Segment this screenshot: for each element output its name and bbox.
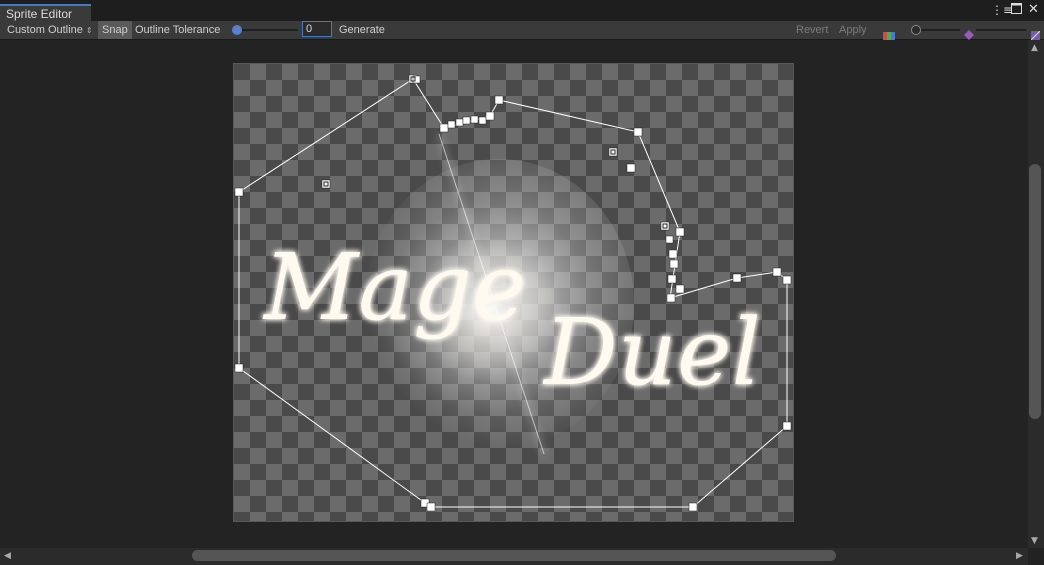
vertical-scroll-thumb[interactable] [1029, 164, 1041, 419]
outline-vertex[interactable] [665, 235, 674, 244]
outline-vertex[interactable] [470, 115, 479, 124]
outline-vertex[interactable] [455, 118, 464, 127]
outline-vertex[interactable] [675, 284, 685, 294]
outline-vertex[interactable] [478, 116, 487, 125]
outline-vertex[interactable] [426, 502, 436, 512]
outline-vertex[interactable] [234, 363, 244, 373]
outline-vertex[interactable] [321, 179, 331, 189]
outline-vertex[interactable] [688, 502, 698, 512]
outline-vertex[interactable] [633, 127, 643, 137]
horizontal-scroll-thumb[interactable] [192, 550, 836, 561]
outline-vertex[interactable] [485, 111, 495, 121]
outline-vertex[interactable] [494, 95, 504, 105]
outline-vertex[interactable] [675, 227, 685, 237]
outline-edges [238, 78, 788, 508]
outline-vertex[interactable] [234, 187, 244, 197]
outline-vertex[interactable] [608, 147, 618, 157]
outline-vertex[interactable] [666, 293, 676, 303]
scroll-up-arrow-icon[interactable]: ▲ [1031, 43, 1038, 53]
scroll-left-arrow-icon[interactable]: ◀ [4, 551, 11, 561]
outline-vertex[interactable] [772, 267, 782, 277]
outline-vertex[interactable] [447, 120, 456, 129]
outline-vertex[interactable] [782, 275, 792, 285]
custom-outline[interactable] [0, 0, 1044, 565]
scroll-down-arrow-icon[interactable]: ▼ [1031, 536, 1038, 546]
outline-vertex[interactable] [660, 221, 670, 231]
scroll-right-arrow-icon[interactable]: ▶ [1016, 551, 1023, 561]
outline-vertex[interactable] [667, 274, 677, 284]
outline-vertex[interactable] [732, 273, 742, 283]
outline-vertex[interactable] [462, 116, 471, 125]
outline-vertex[interactable] [782, 421, 792, 431]
outline-vertex[interactable] [439, 123, 449, 133]
outline-vertex[interactable] [626, 163, 636, 173]
outline-vertex[interactable] [669, 259, 679, 269]
outline-vertex[interactable] [668, 249, 678, 259]
